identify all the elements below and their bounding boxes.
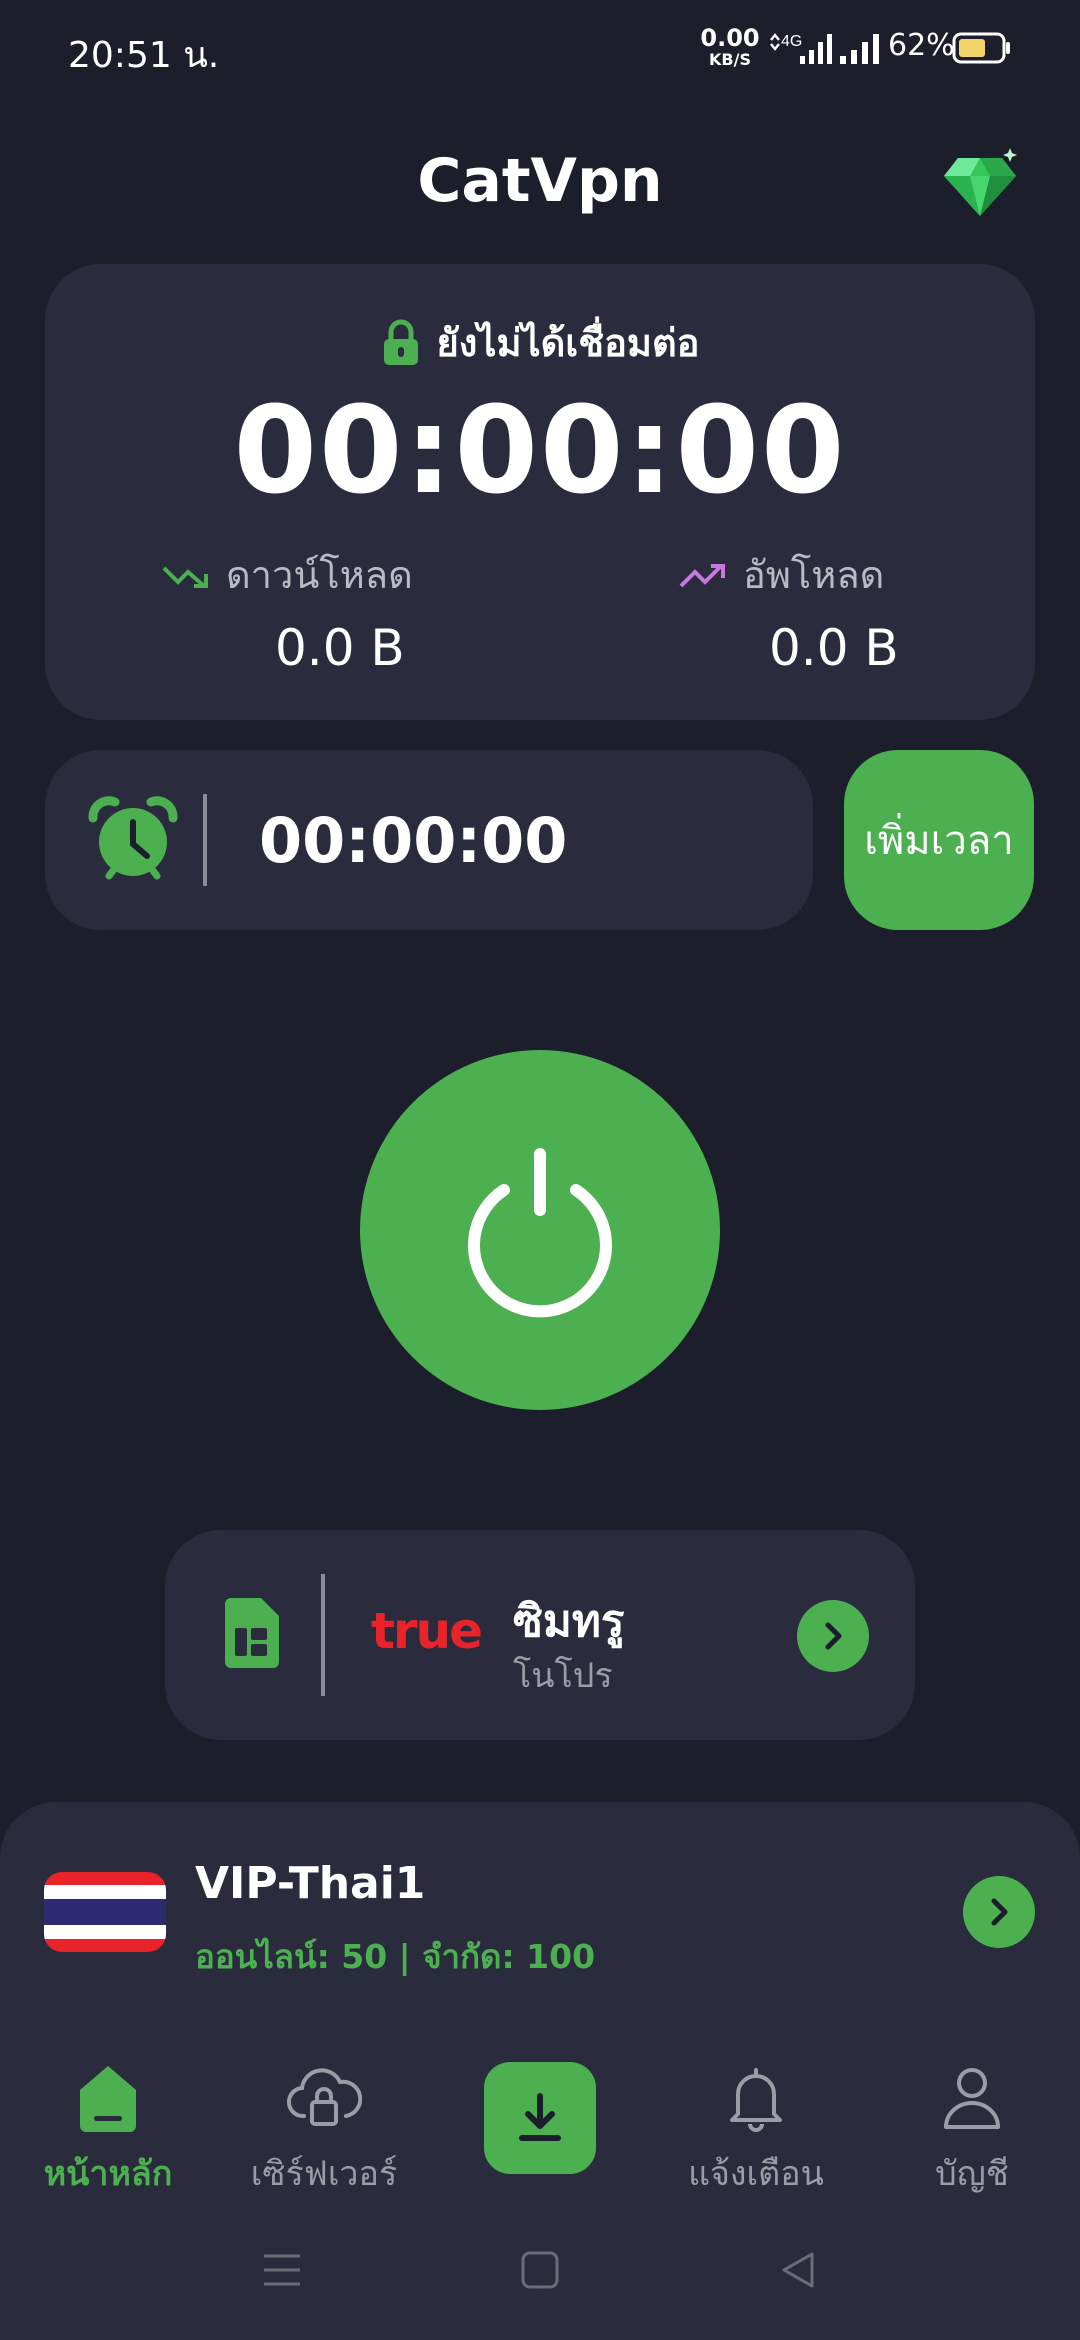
status-bar: 20:51 น. 0.00 KB/S 4G 62% bbox=[0, 0, 1080, 96]
server-chevron-right-button[interactable] bbox=[963, 1876, 1035, 1948]
gem-icon[interactable] bbox=[940, 144, 1020, 220]
home-icon bbox=[80, 2066, 136, 2132]
sim-selector[interactable]: true ซิมทรู โนโปร bbox=[165, 1530, 915, 1740]
svg-text:4G: 4G bbox=[781, 33, 802, 50]
sim-name: ซิมทรู bbox=[513, 1596, 625, 1647]
connection-card: ยังไม่ได้เชื่อมต่อ 00:00:00 ดาวน์โหลด 0.… bbox=[45, 264, 1035, 720]
connection-timer: 00:00:00 bbox=[233, 382, 847, 521]
tab-notifications-label: แจ้งเตือน bbox=[688, 2154, 824, 2194]
sim-divider bbox=[321, 1574, 325, 1696]
screen: 20:51 น. 0.00 KB/S 4G 62% CatVpn ยังไม่ไ… bbox=[0, 0, 1080, 2340]
tab-servers[interactable]: เซิร์ฟเวอร์ bbox=[214, 2054, 434, 2200]
sim-card-icon bbox=[225, 1598, 279, 1668]
trend-down-icon bbox=[162, 566, 208, 588]
cloud-lock-icon bbox=[286, 2068, 362, 2126]
net-speed: 0.00 KB/S bbox=[700, 26, 760, 68]
server-name: VIP-Thai1 bbox=[195, 1858, 426, 1909]
tab-servers-label: เซิร์ฟเวอร์ bbox=[250, 2154, 398, 2194]
connection-status-text: ยังไม่ได้เชื่อมต่อ bbox=[436, 321, 700, 365]
download-label: ดาวน์โหลด bbox=[226, 553, 413, 597]
server-info: ออนไลน์: 50 | จำกัด: 100 bbox=[195, 1937, 596, 1976]
upload-stat: อัพโหลด 0.0 B bbox=[677, 544, 977, 677]
signal-bars-icon bbox=[840, 34, 879, 64]
back-icon[interactable] bbox=[778, 2250, 818, 2290]
tab-home[interactable]: หน้าหลัก bbox=[0, 2054, 218, 2200]
time-quota-card: 00:00:00 bbox=[45, 750, 813, 930]
add-time-button[interactable]: เพิ่มเวลา bbox=[844, 750, 1034, 930]
power-icon bbox=[468, 1148, 612, 1318]
download-stat: ดาวน์โหลด 0.0 B bbox=[160, 544, 460, 677]
bell-icon bbox=[730, 2068, 782, 2132]
signal-4g-icon: 4G bbox=[770, 33, 832, 64]
upload-label: อัพโหลด bbox=[743, 553, 885, 597]
status-time: 20:51 น. bbox=[68, 35, 220, 76]
tab-download-button[interactable] bbox=[484, 2062, 596, 2174]
net-speed-unit: KB/S bbox=[709, 50, 751, 69]
tab-account-label: บัญชี bbox=[935, 2154, 1009, 2194]
chevron-right-icon bbox=[991, 1898, 1008, 1926]
battery-percent: 62% bbox=[888, 28, 955, 63]
tab-account[interactable]: บัญชี bbox=[862, 2054, 1080, 2200]
recents-icon[interactable] bbox=[262, 2250, 302, 2290]
battery-icon bbox=[952, 32, 1010, 64]
download-icon bbox=[519, 2093, 561, 2141]
chevron-right-icon bbox=[825, 1622, 842, 1650]
home-nav-icon[interactable] bbox=[520, 2250, 560, 2290]
sim-plan: โนโปร bbox=[513, 1656, 613, 1696]
alarm-clock-icon bbox=[88, 796, 178, 880]
timer-divider bbox=[203, 794, 207, 886]
download-value: 0.0 B bbox=[275, 619, 405, 677]
lock-icon bbox=[383, 319, 418, 365]
upload-value: 0.0 B bbox=[769, 619, 899, 677]
sim-chevron-right-button[interactable] bbox=[797, 1600, 869, 1672]
trend-up-icon bbox=[679, 563, 725, 587]
tab-notifications[interactable]: แจ้งเตือน bbox=[646, 2054, 866, 2200]
connection-status: ยังไม่ได้เชื่อมต่อ bbox=[45, 312, 1035, 373]
thailand-flag-icon bbox=[44, 1872, 166, 1952]
net-speed-value: 0.00 bbox=[700, 24, 760, 52]
carrier-logo: true bbox=[371, 1602, 483, 1660]
tab-home-label: หน้าหลัก bbox=[43, 2154, 173, 2194]
remaining-time: 00:00:00 bbox=[259, 804, 568, 877]
user-icon bbox=[944, 2068, 1000, 2129]
power-button[interactable] bbox=[360, 1050, 720, 1410]
app-title: CatVpn bbox=[417, 146, 663, 216]
